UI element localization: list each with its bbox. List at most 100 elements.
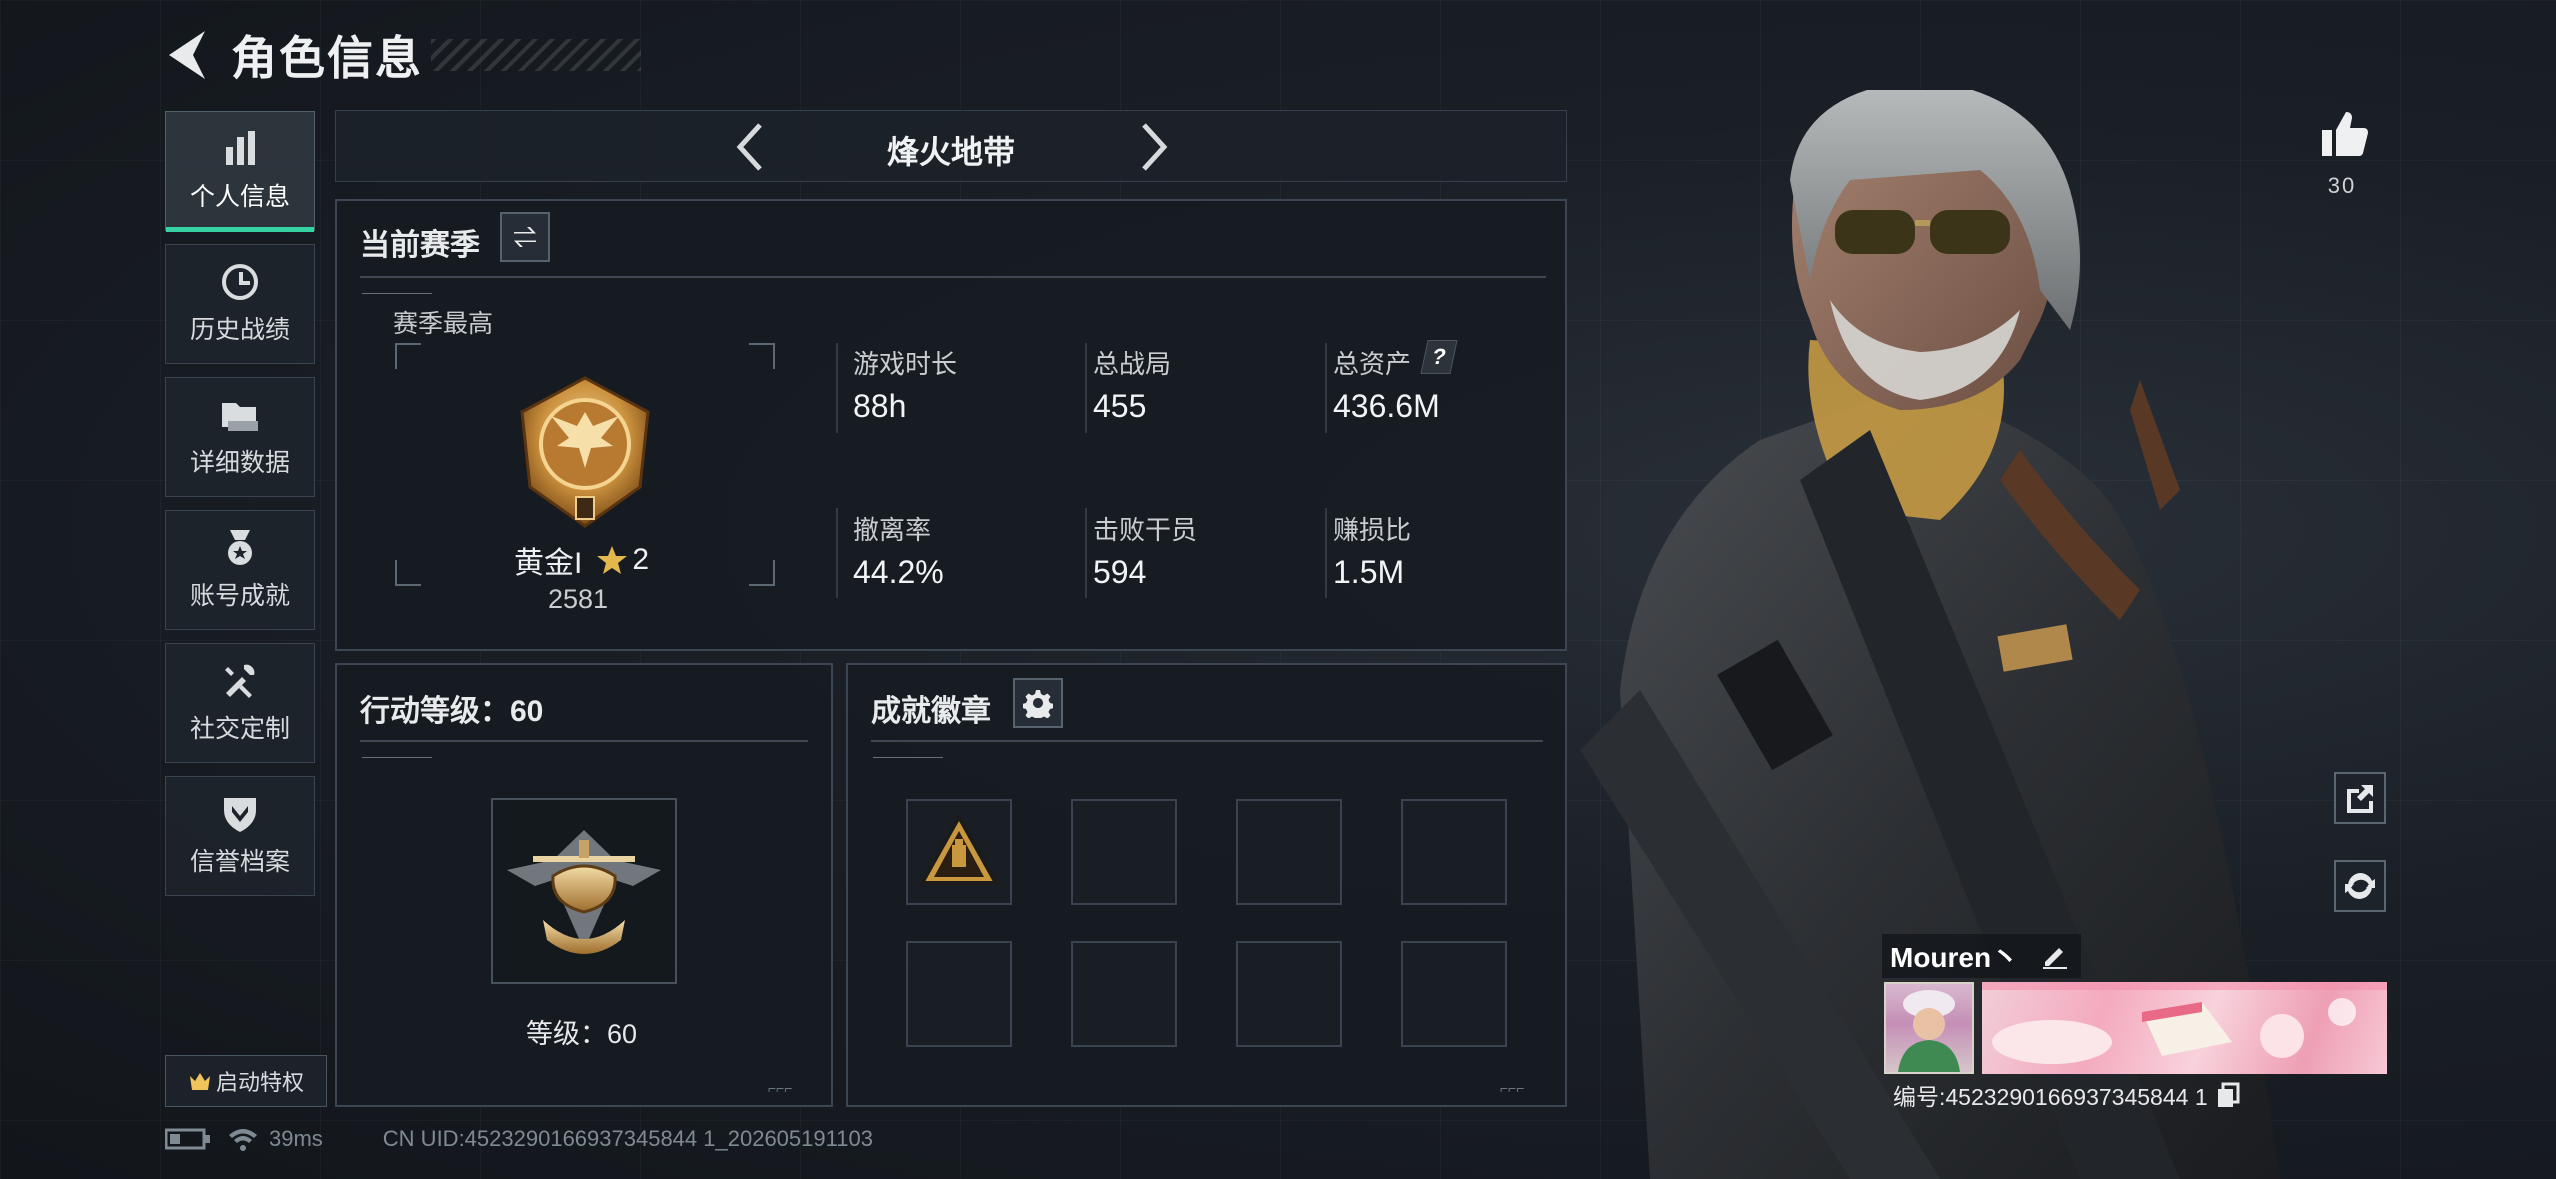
edit-name-pencil-icon[interactable] [2041,942,2069,970]
title-decoration [431,39,641,71]
sidebar-item-label: 个人信息 [189,183,290,211]
sidebar-item-achievements[interactable]: 账号成就 [165,510,315,630]
gold-rank-emblem-icon [520,376,650,528]
divider [1325,343,1327,433]
sidebar-item-reputation[interactable]: 信誉档案 [165,776,315,896]
next-mode-chevron-icon[interactable] [1128,119,1178,175]
folders-icon [222,403,258,431]
decor-text: ⌐⌐⌐ [768,1080,793,1096]
stat-label-total-assets: 总资产 [1333,349,1412,379]
decor-text: ⌐⌐⌐ [1500,1080,1525,1096]
mode-title: 烽火地带 [886,134,1015,170]
rank-score: 2581 [548,584,609,614]
season-title: 当前赛季 [360,229,480,262]
season-subtitle: 赛季最高 [393,310,494,338]
rank-name: 黄金I [514,547,583,580]
avatar-portrait-icon [1898,990,1960,1072]
wifi-icon [229,1129,257,1151]
back-arrow-icon[interactable] [165,27,209,83]
rank-stars: 2 [632,543,650,576]
divider [360,276,1546,278]
level-emblem-frame [491,798,677,984]
player-name: Mouren丶 [1890,942,2020,973]
page-title: 角色信息 [231,32,423,84]
sidebar-item-detailed-data[interactable]: 详细数据 [165,377,315,497]
badge-slot-empty[interactable] [1236,941,1342,1047]
page-header: 角色信息 [165,22,641,88]
badge-slot-empty[interactable] [1071,799,1177,905]
badge-slot-empty[interactable] [1401,799,1507,905]
stat-label-extract-rate: 撤离率 [853,515,932,545]
player-name-card: Mouren丶 [1882,934,2387,1079]
badge-slot-empty[interactable] [906,941,1012,1047]
bar-chart-icon [226,131,255,165]
sidebar-item-social-custom[interactable]: 社交定制 [165,643,315,763]
divider [1325,508,1327,598]
action-level-title: 行动等级：60 [360,695,544,728]
share-icon [2347,785,2373,813]
profile-banner[interactable] [1982,982,2387,1074]
stat-value-total-matches: 455 [1093,388,1147,424]
medal-icon [228,530,252,565]
crown-icon [189,1073,210,1090]
thumbs-up-icon [2322,112,2368,156]
divider [1085,508,1087,598]
privilege-label: 启动特权 [215,1070,304,1095]
badge-slot-empty[interactable] [1401,941,1507,1047]
stat-label-operators-defeated: 击败干员 [1093,515,1198,545]
level-text: 等级：60 [526,1019,638,1049]
uid-text: CN UID:4523290166937345844 1_20260519110… [382,1126,873,1151]
player-id-row: 编号:4523290166937345844 1 [1893,1078,2240,1112]
cake-banner-art [1982,982,2387,1064]
player-name-row: Mouren丶 [1882,934,2082,978]
stat-label-playtime: 游戏时长 [853,349,958,379]
privilege-button[interactable]: 启动特权 [165,1055,327,1107]
ping-text: 39ms [269,1126,323,1151]
star-icon [597,546,628,574]
shield-icon [224,798,256,832]
avatar[interactable] [1884,982,1974,1074]
tools-icon [225,664,255,698]
helicopter-emblem-icon [507,830,661,954]
refresh-button[interactable] [2334,860,2386,912]
divider [836,508,838,598]
badges-title: 成就徽章 [871,695,991,728]
rank-name-row: 黄金I 2 [514,538,649,582]
like-count: 30 [2327,173,2357,198]
badge-slot-filled[interactable] [906,799,1012,905]
status-bar: 39ms CN UID:4523290166937345844 1_202605… [165,1126,873,1152]
sidebar-item-history[interactable]: 历史战绩 [165,244,315,364]
share-button[interactable] [2334,772,2386,824]
divider [871,740,1543,742]
badge-settings-button[interactable] [1013,678,1063,728]
battery-icon [165,1128,210,1150]
decor-text: ————— [362,284,432,300]
divider [360,740,808,742]
stat-value-operators-defeated: 594 [1093,554,1147,590]
swap-arrows-icon [514,227,536,247]
sidebar-item-label: 信誉档案 [189,848,290,876]
sidebar-item-label: 社交定制 [189,715,290,743]
history-clock-icon [222,264,258,300]
like-button[interactable]: 30 [2318,108,2368,199]
mode-selector: 烽火地带 [335,110,1567,182]
stat-label-total-matches: 总战局 [1093,349,1172,379]
sidebar-item-personal-info[interactable]: 个人信息 [165,111,315,232]
divider [1085,343,1087,433]
decor-text: ————— [362,748,432,764]
stat-value-playtime: 88h [853,388,907,424]
sidebar-item-label: 账号成就 [189,582,290,610]
sidebar: 个人信息 历史战绩 详细数据 账号成就 社交定制 信誉档案 [165,111,315,909]
badge-slot-empty[interactable] [1236,799,1342,905]
warning-triangle-badge-icon [918,812,1000,885]
stat-value-total-assets: 436.6M [1333,388,1440,424]
sidebar-item-label: 历史战绩 [189,316,290,344]
copy-icon[interactable] [2216,1082,2240,1108]
stat-label-profit-ratio: 赚损比 [1333,515,1412,545]
switch-season-button[interactable] [500,212,550,262]
player-id: 编号:4523290166937345844 1 [1893,1084,2208,1110]
sidebar-item-label: 详细数据 [189,449,290,477]
badge-slot-empty[interactable] [1071,941,1177,1047]
divider [836,343,838,433]
decor-text: ————— [873,748,943,764]
